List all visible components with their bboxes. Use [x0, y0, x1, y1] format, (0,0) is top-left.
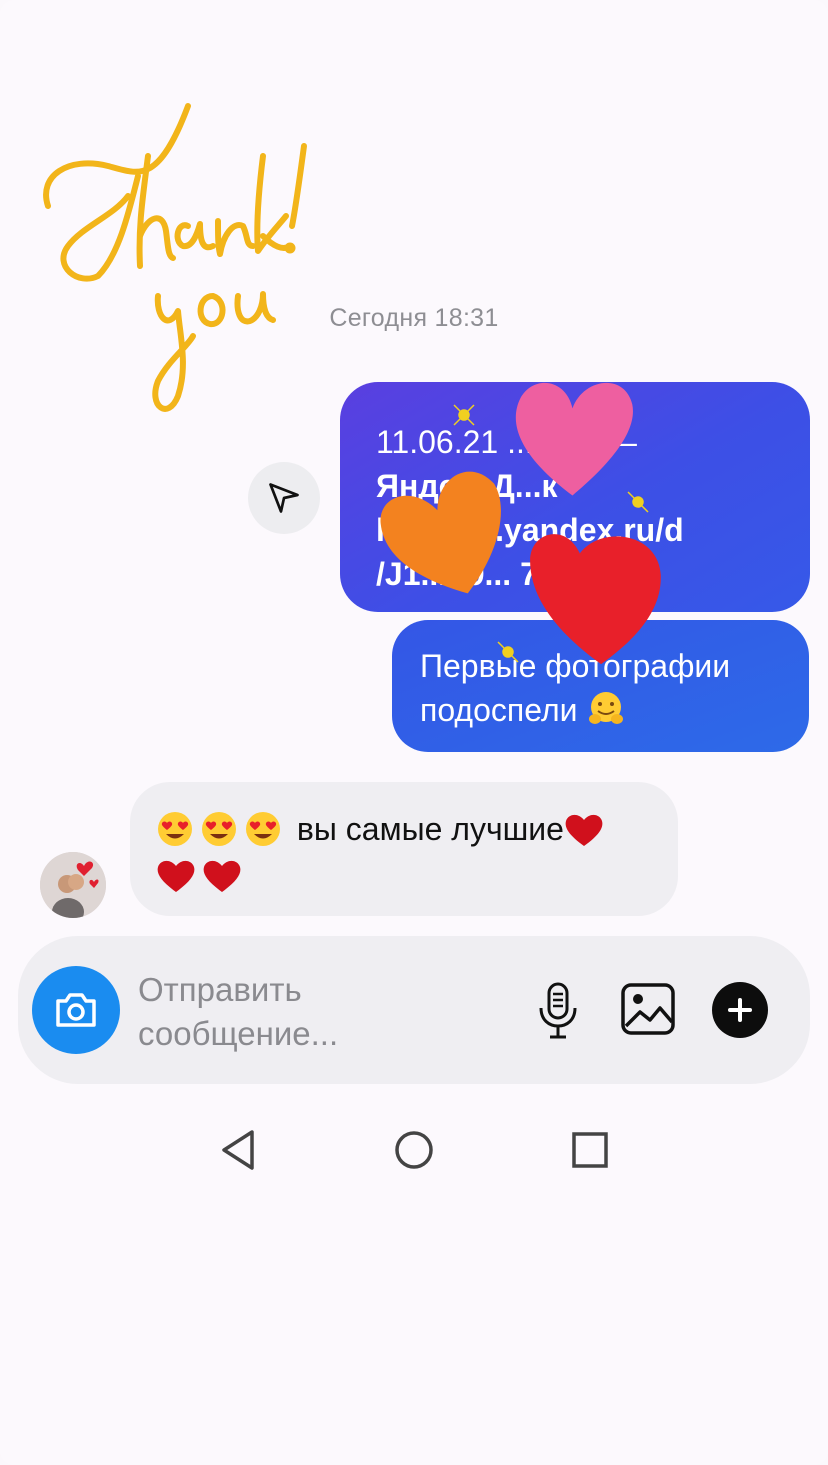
red-heart-emoji	[157, 860, 195, 892]
incoming-message[interactable]: вы самые лучшие	[130, 782, 678, 916]
camera-button[interactable]	[32, 966, 120, 1054]
chat-screen: Сегодня 18:31 11.06.21 ... ние — Янде...…	[0, 0, 828, 1465]
image-icon[interactable]	[620, 982, 676, 1036]
red-heart-emoji	[565, 814, 603, 846]
share-button[interactable]	[248, 462, 320, 534]
add-button[interactable]	[712, 982, 768, 1038]
sparkle-sticker	[453, 404, 649, 663]
thank-you-sticker	[43, 103, 307, 412]
circle-home-icon[interactable]	[390, 1126, 438, 1174]
message-composer: Отправить сообщение...	[18, 936, 810, 1084]
plus-icon	[728, 998, 752, 1022]
square-recents-icon[interactable]	[566, 1126, 614, 1174]
paper-plane-icon	[269, 483, 299, 513]
camera-icon	[56, 993, 96, 1027]
heart-eyes-emoji	[202, 812, 236, 846]
heart-eyes-emoji	[158, 812, 192, 846]
chat-timestamp: Сегодня 18:31	[329, 304, 499, 332]
red-heart-emoji	[203, 860, 241, 892]
avatar[interactable]	[40, 852, 106, 918]
triangle-back-icon[interactable]	[214, 1126, 262, 1174]
avatar-image	[40, 852, 106, 918]
message-text: вы самые лучшие	[296, 811, 564, 847]
heart-eyes-emoji-row	[156, 811, 297, 847]
hugging-face-emoji	[589, 692, 624, 724]
microphone-icon[interactable]	[536, 980, 580, 1042]
heart-eyes-emoji	[246, 812, 280, 846]
message-input[interactable]: Отправить сообщение...	[138, 968, 498, 1056]
